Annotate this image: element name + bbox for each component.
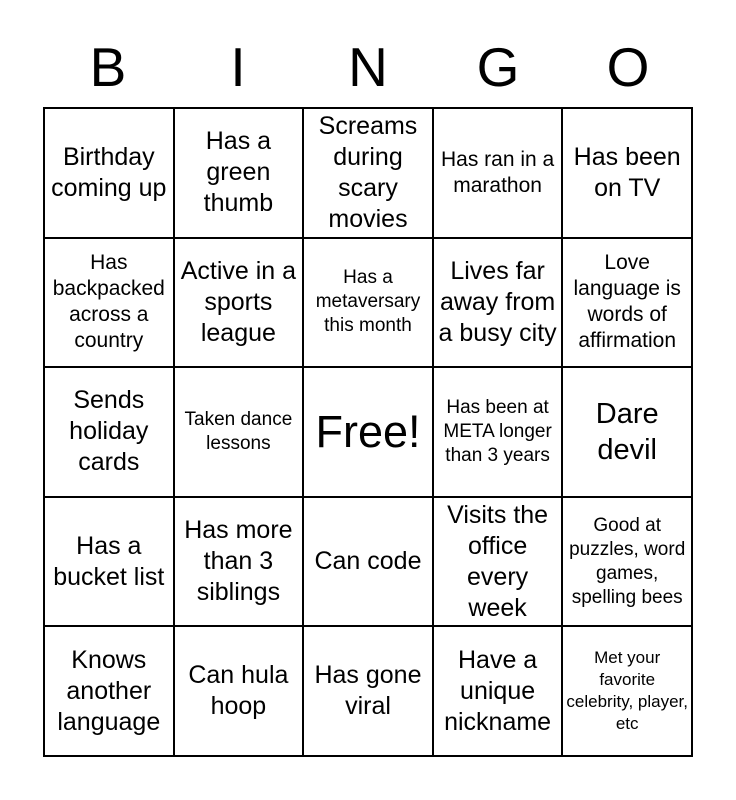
bingo-header-letters: BINGO: [43, 30, 693, 104]
bingo-cell-text: Free!: [315, 405, 421, 457]
bingo-cell-r2-c1[interactable]: Has backpacked across a country: [45, 238, 175, 369]
bingo-grid: Birthday coming up Has a green thumb Screa…: [43, 107, 693, 757]
bingo-cell-text: Has gone viral: [314, 661, 422, 721]
bingo-cell-text: Dare devil: [595, 397, 659, 466]
bingo-cell-text: Love language is words of affirmation: [573, 251, 681, 353]
bingo-cell-r1-c2[interactable]: Has a green thumb: [174, 109, 305, 239]
bingo-header-letter-i: I: [230, 36, 246, 98]
bingo-cell-r5-c1[interactable]: Knows another language: [45, 627, 175, 757]
bingo-cell-r4-c2[interactable]: Has more than 3 siblings: [174, 497, 305, 628]
bingo-cell-text: Sends holiday cards: [69, 386, 149, 477]
bingo-cell-text: Visits the office every week: [447, 500, 549, 622]
bingo-cell-r2-c4[interactable]: Lives far away from a busy city: [433, 238, 564, 369]
bingo-header-letter-g: G: [476, 36, 520, 98]
bingo-cell-text: Has a metaversary this month: [315, 267, 421, 337]
bingo-header-letter-b: B: [89, 36, 127, 98]
bingo-cell-r2-c3[interactable]: Has a metaversary this month: [304, 238, 434, 369]
bingo-cell-r5-c5[interactable]: Met your favorite celebrity, player, etc: [563, 627, 693, 757]
bingo-card: B I N G O Birthday coming up Has a green thum…: [0, 0, 736, 800]
bingo-cell-text: Has a bucket list: [53, 531, 165, 591]
bingo-cell-r3-c2[interactable]: Taken dance lessons: [174, 368, 305, 498]
bingo-cell-r1-c3[interactable]: Screams during scary movies: [304, 109, 434, 239]
bingo-cell-r4-c3[interactable]: Can code: [304, 497, 434, 628]
bingo-cell-r1-c5[interactable]: Has been on TV: [563, 109, 693, 239]
bingo-cell-text: Has a green thumb: [203, 127, 274, 218]
bingo-cell-text: Lives far away from a busy city: [438, 256, 557, 347]
bingo-free-space[interactable]: Free!: [304, 368, 434, 498]
bingo-cell-text: Met your favorite celebrity, player, etc: [566, 648, 688, 734]
bingo-cell-r3-c1[interactable]: Sends holiday cards: [45, 368, 175, 498]
bingo-cell-text: Active in a sports league: [180, 256, 297, 347]
bingo-cell-r1-c1[interactable]: Birthday coming up: [45, 109, 175, 239]
bingo-cell-r3-c5[interactable]: Dare devil: [563, 368, 693, 498]
bingo-cell-text: Has backpacked across a country: [52, 251, 165, 353]
bingo-cell-r4-c1[interactable]: Has a bucket list: [45, 497, 175, 628]
bingo-cell-r4-c5[interactable]: Good at puzzles, word games, spelling be…: [563, 497, 693, 628]
bingo-header-letter-n: N: [348, 36, 388, 98]
bingo-cell-text: Has ran in a marathon: [440, 147, 555, 197]
bingo-cell-r5-c2[interactable]: Can hula hoop: [174, 627, 305, 757]
bingo-cell-r5-c3[interactable]: Has gone viral: [304, 627, 434, 757]
bingo-cell-text: Screams during scary movies: [318, 111, 418, 233]
bingo-cell-text: Birthday coming up: [51, 142, 167, 202]
bingo-cell-r4-c4[interactable]: Visits the office every week: [433, 497, 564, 628]
bingo-cell-r2-c2[interactable]: Active in a sports league: [174, 238, 305, 369]
bingo-cell-text: Can hula hoop: [188, 661, 289, 721]
bingo-cell-text: Knows another language: [57, 645, 161, 736]
bingo-header-letter-o: O: [606, 36, 650, 98]
bingo-cell-r5-c4[interactable]: Have a unique nickname: [433, 627, 564, 757]
bingo-cell-r2-c5[interactable]: Love language is words of affirmation: [563, 238, 693, 369]
bingo-cell-r3-c4[interactable]: Has been at META longer than 3 years: [433, 368, 564, 498]
bingo-cell-text: Good at puzzles, word games, spelling be…: [569, 514, 686, 608]
bingo-cell-text: Can code: [314, 547, 422, 576]
bingo-cell-text: Have a unique nickname: [444, 645, 552, 736]
bingo-cell-text: Has more than 3 siblings: [184, 516, 293, 607]
bingo-cell-text: Has been at META longer than 3 years: [443, 396, 552, 466]
bingo-cell-text: Taken dance lessons: [184, 408, 293, 454]
bingo-cell-text: Has been on TV: [573, 142, 681, 202]
bingo-cell-r1-c4[interactable]: Has ran in a marathon: [433, 109, 564, 239]
